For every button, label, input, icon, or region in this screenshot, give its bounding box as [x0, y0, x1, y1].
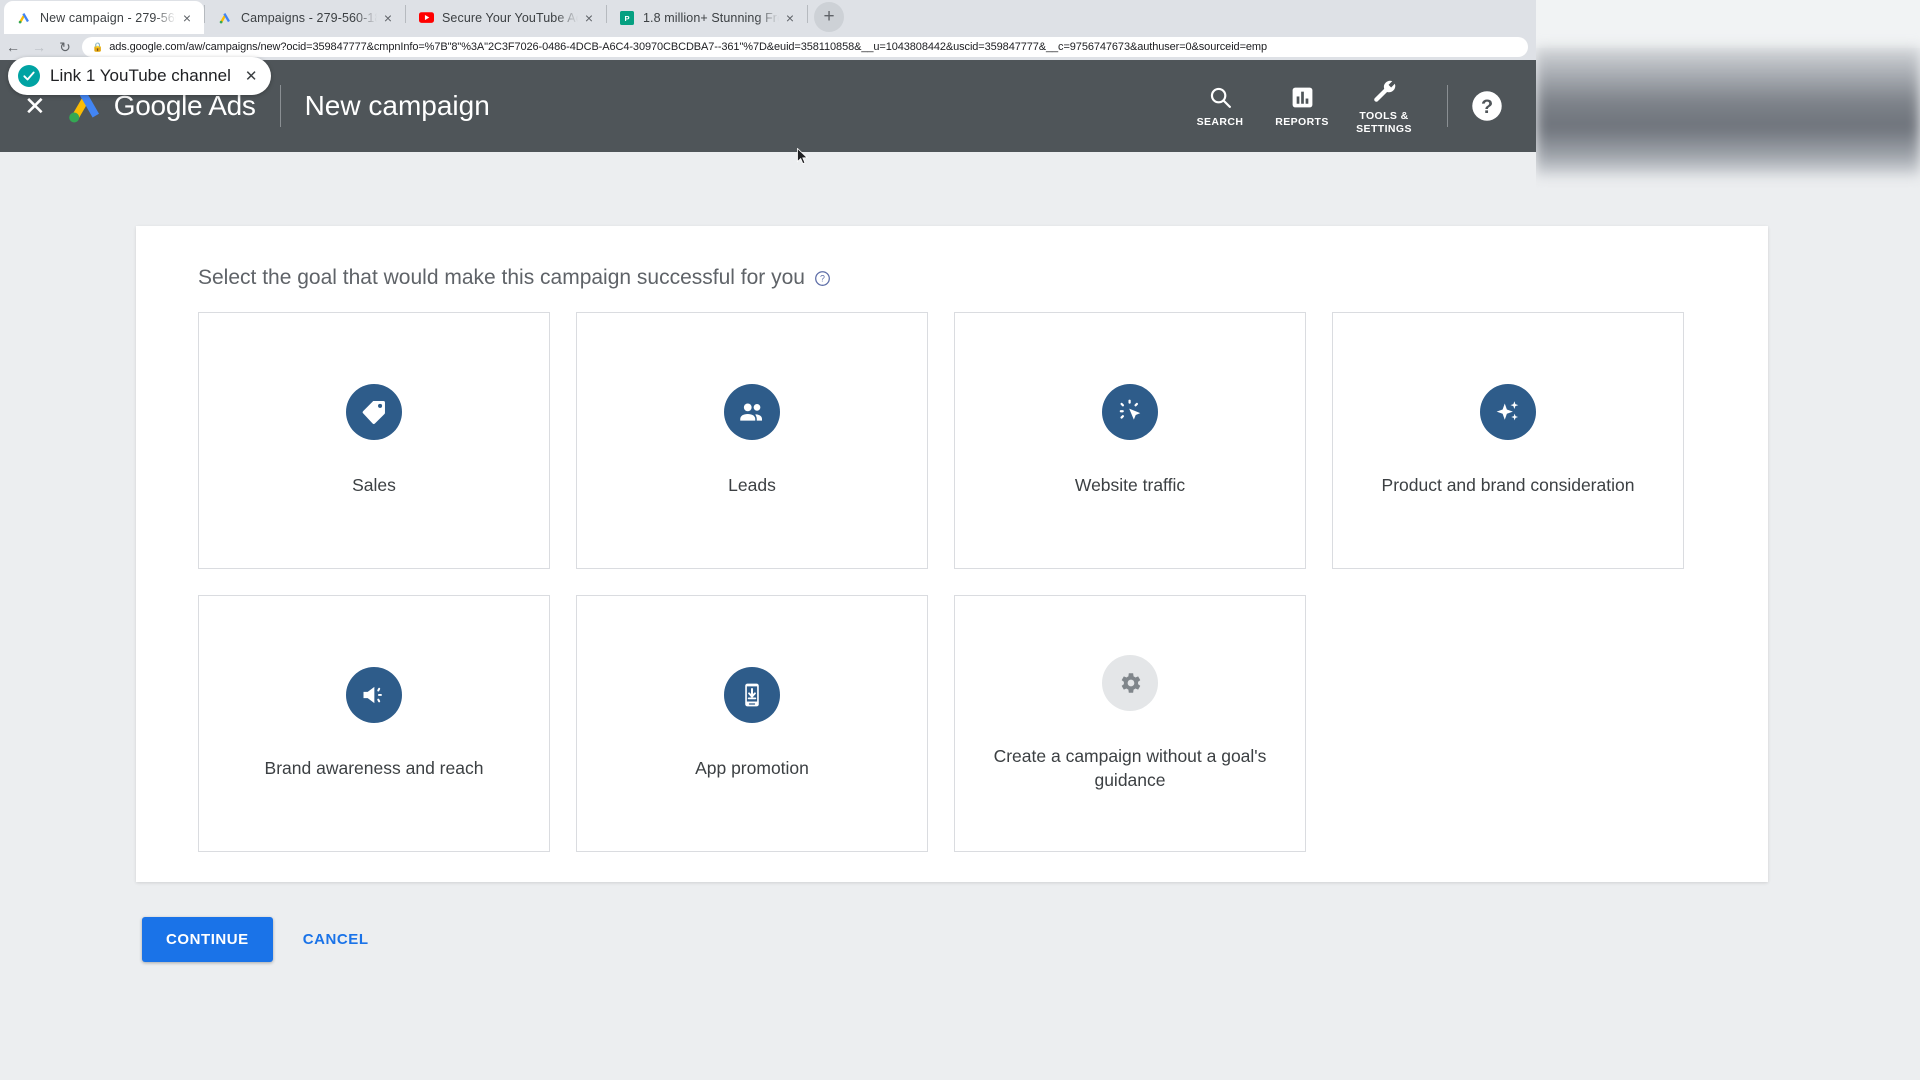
browser-tab-title: 1.8 million+ Stunning Free Ima	[643, 10, 779, 25]
lock-icon: 🔒	[92, 41, 104, 52]
main-content: Select the goal that would make this cam…	[0, 152, 1768, 1080]
cancel-button[interactable]: CANCEL	[303, 931, 369, 948]
search-label: SEARCH	[1196, 116, 1244, 129]
tools-and-settings-label: TOOLS & SETTINGS	[1356, 110, 1412, 135]
header-actions: SEARCH REPORTS TOOLS & SETTINGS ?	[1179, 77, 1536, 135]
snackbar-close-icon[interactable]: ✕	[245, 67, 258, 85]
goal-card-product-brand-consideration[interactable]: Product and brand consideration	[1332, 312, 1684, 569]
check-circle-icon	[18, 65, 40, 87]
browser-tab-title: Campaigns - 279-560-1893 -	[241, 10, 377, 25]
youtube-icon	[418, 10, 434, 26]
goal-card-no-goal-guidance[interactable]: Create a campaign without a goal's guida…	[954, 595, 1306, 852]
browser-tab-title: New campaign - 279-560-189	[40, 10, 176, 25]
browser-tabstrip: New campaign - 279-560-189 × Campaigns -…	[0, 0, 1536, 34]
megaphone-icon	[346, 666, 402, 723]
goal-card-website-traffic[interactable]: Website traffic	[954, 312, 1306, 569]
goal-card-sales[interactable]: Sales	[198, 312, 550, 569]
footer-actions: CONTINUE CANCEL	[142, 917, 369, 962]
address-bar-url: ads.google.com/aw/campaigns/new?ocid=359…	[109, 41, 1267, 53]
browser-chrome: New campaign - 279-560-189 × Campaigns -…	[0, 0, 1536, 60]
pexels-icon: P	[619, 10, 635, 26]
header-divider	[279, 85, 281, 127]
svg-text:?: ?	[1481, 96, 1493, 118]
search-button[interactable]: SEARCH	[1179, 83, 1261, 128]
browser-tab-3[interactable]: Secure Your YouTube Account ×	[406, 1, 606, 34]
goal-card-leads[interactable]: Leads	[576, 312, 928, 569]
new-tab-button[interactable]: +	[814, 2, 844, 32]
google-ads-icon	[217, 10, 233, 26]
browser-tab-title: Secure Your YouTube Account	[442, 10, 578, 25]
mobile-download-icon	[724, 666, 780, 723]
help-button[interactable]: ?	[1470, 89, 1504, 123]
ad-click-icon	[1102, 383, 1158, 440]
goal-card-label: App promotion	[695, 757, 809, 778]
tab-close-icon[interactable]: ×	[578, 7, 600, 29]
tab-close-icon[interactable]: ×	[779, 7, 801, 29]
browser-tab-2[interactable]: Campaigns - 279-560-1893 - ×	[205, 1, 405, 34]
tab-close-icon[interactable]: ×	[176, 7, 198, 29]
goal-question-text: Select the goal that would make this cam…	[198, 266, 805, 289]
sparkle-icon	[1480, 383, 1536, 440]
goal-question-row: Select the goal that would make this cam…	[136, 226, 1768, 290]
tab-divider	[807, 5, 808, 23]
tab-close-icon[interactable]: ×	[377, 7, 399, 29]
goal-card-app-promotion[interactable]: App promotion	[576, 595, 928, 852]
tag-icon	[346, 383, 402, 440]
browser-tab-1[interactable]: New campaign - 279-560-189 ×	[4, 1, 204, 34]
mouse-cursor	[797, 147, 809, 166]
search-icon	[1208, 83, 1233, 111]
people-icon	[724, 383, 780, 440]
page-title: New campaign	[304, 90, 490, 121]
goal-card-label: Sales	[352, 474, 396, 495]
header-actions-divider	[1447, 85, 1448, 127]
svg-text:?: ?	[820, 273, 825, 283]
screen-share-blur-overlay	[1536, 48, 1920, 176]
back-icon[interactable]: ←	[0, 34, 26, 60]
goal-card-brand-awareness-reach[interactable]: Brand awareness and reach	[198, 595, 550, 852]
youtube-link-snackbar[interactable]: Link 1 YouTube channel ✕	[8, 57, 272, 95]
goal-card-label: Website traffic	[1074, 474, 1186, 495]
tools-and-settings-button[interactable]: TOOLS & SETTINGS	[1343, 77, 1425, 135]
goal-card-label: Leads	[728, 474, 776, 495]
svg-text:P: P	[624, 13, 629, 22]
browser-tab-4[interactable]: P 1.8 million+ Stunning Free Ima ×	[607, 1, 807, 34]
google-ads-icon	[16, 10, 32, 26]
continue-button[interactable]: CONTINUE	[142, 917, 273, 962]
goal-card-label: Brand awareness and reach	[264, 757, 484, 778]
bar-chart-icon	[1290, 83, 1315, 111]
help-outline-icon[interactable]: ?	[814, 270, 831, 287]
right-blurred-region-top	[1536, 0, 1920, 48]
help-icon: ?	[1470, 91, 1504, 127]
reports-label: REPORTS	[1275, 116, 1329, 129]
address-bar[interactable]: 🔒 ads.google.com/aw/campaigns/new?ocid=3…	[82, 37, 1528, 57]
gear-icon	[1102, 654, 1158, 711]
goal-card-label: Product and brand consideration	[1381, 474, 1635, 495]
snackbar-text: Link 1 YouTube channel	[50, 66, 231, 85]
goal-card-grid: Sales Leads Website traffic Product and …	[136, 290, 1768, 852]
goal-selection-panel: Select the goal that would make this cam…	[136, 226, 1768, 882]
goal-card-label: Create a campaign without a goal's guida…	[993, 745, 1267, 790]
wrench-icon	[1371, 77, 1398, 105]
reports-button[interactable]: REPORTS	[1261, 83, 1343, 128]
close-campaign-icon[interactable]: ✕	[24, 93, 46, 119]
